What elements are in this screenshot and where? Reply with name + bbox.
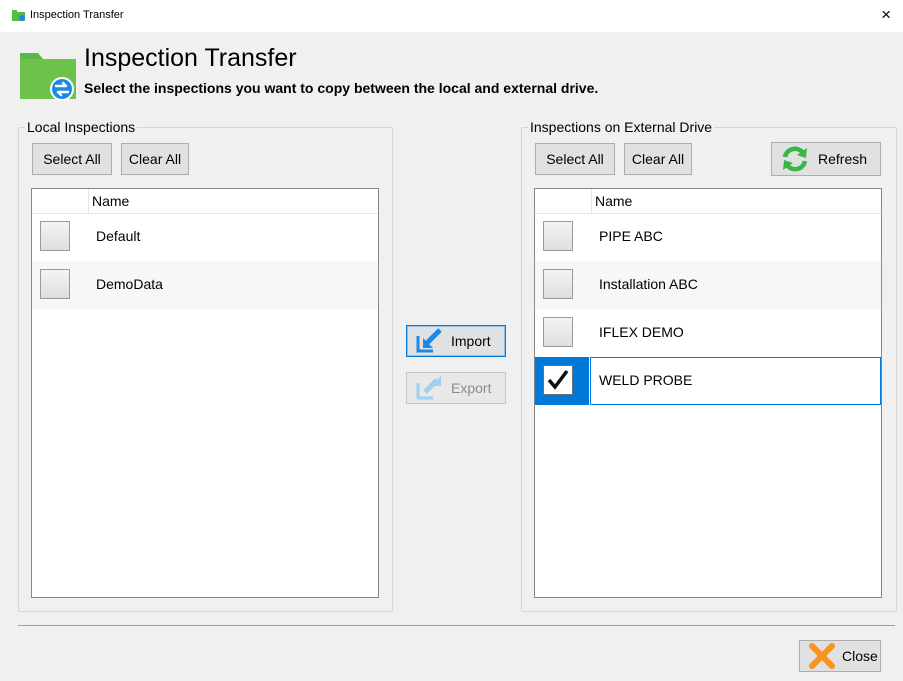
window-close-button[interactable]: × [881,5,891,25]
row-checkbox[interactable] [543,317,573,347]
local-clear-all-button[interactable]: Clear All [121,143,189,175]
list-header: Name [535,189,881,214]
list-item[interactable]: IFLEX DEMO [535,309,881,357]
import-label: Import [451,333,491,349]
row-checkbox[interactable] [543,221,573,251]
row-checkbox-checked[interactable] [543,365,573,395]
list-item[interactable]: Installation ABC [535,261,881,309]
inspection-name: Installation ABC [599,276,698,292]
close-button[interactable]: Close [799,640,881,672]
import-arrow-icon [416,328,442,353]
checkmark-icon [547,369,569,390]
external-select-all-button[interactable]: Select All [535,143,615,175]
window-title: Inspection Transfer [30,9,124,21]
folder-transfer-icon [20,53,76,101]
local-inspections-list[interactable]: Name Default DemoData [31,188,379,598]
close-label: Close [842,648,878,664]
list-header: Name [32,189,378,214]
row-checkbox[interactable] [40,269,70,299]
page-subtitle: Select the inspections you want to copy … [84,80,599,96]
title-bar: Inspection Transfer × [0,0,903,32]
local-select-all-button[interactable]: Select All [32,143,112,175]
footer-divider [18,625,895,626]
list-item-selected[interactable]: WELD PROBE [535,357,881,405]
export-label: Export [451,380,492,396]
inspection-name: Default [96,228,141,244]
refresh-icon [782,146,808,172]
external-inspections-label: Inspections on External Drive [528,119,715,135]
external-clear-all-button[interactable]: Clear All [624,143,692,175]
name-column-header[interactable]: Name [92,193,129,209]
external-inspections-list[interactable]: Name PIPE ABC Installation ABC IFLEX DEM… [534,188,882,598]
inspection-name: WELD PROBE [599,372,693,388]
list-item[interactable]: DemoData [32,261,378,309]
export-button[interactable]: Export [406,372,506,404]
inspection-name: DemoData [96,276,163,292]
row-checkbox[interactable] [40,221,70,251]
folder-transfer-icon [12,10,25,21]
list-item[interactable]: Default [32,213,378,261]
import-button[interactable]: Import [406,325,506,357]
inspection-name: IFLEX DEMO [599,324,684,340]
close-x-icon [809,643,835,669]
refresh-label: Refresh [818,151,868,167]
list-item[interactable]: PIPE ABC [535,213,881,261]
inspection-name: PIPE ABC [599,228,663,244]
name-column-header[interactable]: Name [595,193,632,209]
local-inspections-label: Local Inspections [25,119,138,135]
refresh-button[interactable]: Refresh [771,142,881,176]
page-title: Inspection Transfer [84,44,297,72]
export-arrow-icon [416,376,441,400]
row-checkbox[interactable] [543,269,573,299]
